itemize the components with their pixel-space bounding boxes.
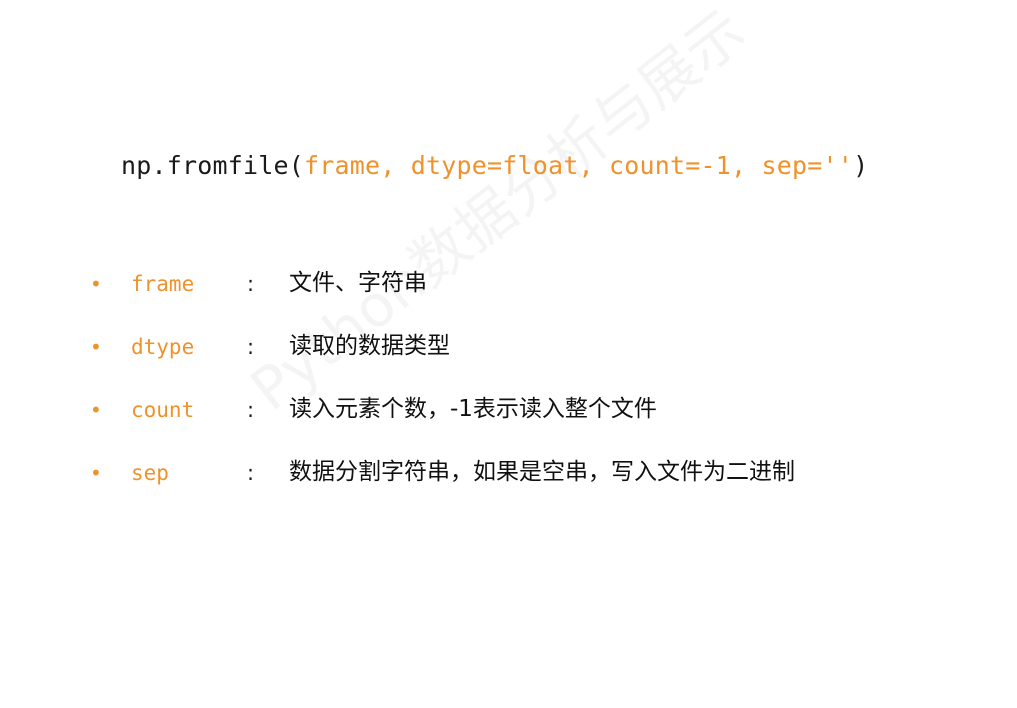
param-colon: : — [247, 398, 255, 422]
param-description: 文件、字符串 — [289, 270, 427, 296]
slide: Python数据分析与展示 np.fromfile(frame, dtype=f… — [0, 0, 1017, 708]
param-colon: : — [247, 461, 255, 485]
bullet-icon: • — [90, 398, 102, 422]
param-row-sep: • sep : 数据分割字符串，如果是空串，写入文件为二进制 — [90, 453, 950, 516]
param-description: 读入元素个数，-1表示读入整个文件 — [289, 396, 657, 422]
param-name: frame — [131, 272, 195, 296]
param-colon: : — [247, 272, 255, 296]
parameter-list: • frame : 文件、字符串 • dtype : 读取的数据类型 • cou… — [90, 264, 950, 516]
bullet-icon: • — [90, 335, 102, 359]
param-row-dtype: • dtype : 读取的数据类型 — [90, 327, 950, 390]
bullet-icon: • — [90, 272, 102, 296]
param-colon: : — [247, 335, 255, 359]
param-name: sep — [131, 461, 169, 485]
bullet-icon: • — [90, 461, 102, 485]
param-row-frame: • frame : 文件、字符串 — [90, 264, 950, 327]
param-description: 数据分割字符串，如果是空串，写入文件为二进制 — [289, 459, 795, 485]
function-signature: np.fromfile(frame, dtype=float, count=-1… — [121, 148, 868, 184]
signature-args: frame, dtype=float, count=-1, sep='' — [304, 151, 854, 180]
param-description: 读取的数据类型 — [289, 333, 450, 359]
param-row-count: • count : 读入元素个数，-1表示读入整个文件 — [90, 390, 950, 453]
param-name: count — [131, 398, 195, 422]
param-name: dtype — [131, 335, 195, 359]
signature-suffix: ) — [853, 151, 869, 180]
signature-prefix: np.fromfile( — [121, 151, 305, 180]
